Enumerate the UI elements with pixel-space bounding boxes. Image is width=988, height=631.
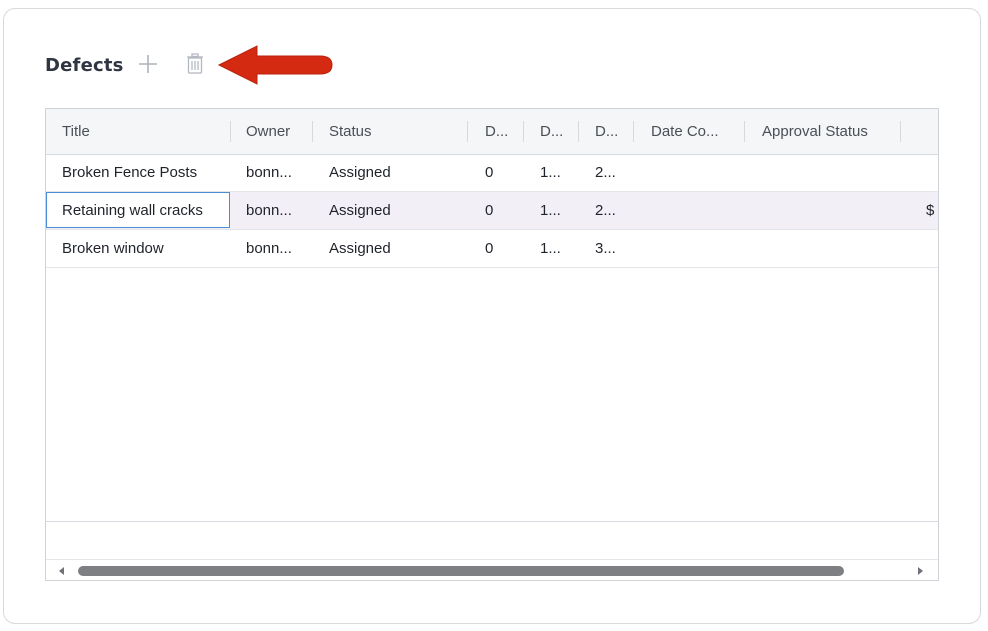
cell-date-completed[interactable] [651, 230, 741, 267]
cell-date-completed[interactable] [651, 154, 741, 191]
defects-table: Title Owner Status D... D... D... Date C… [45, 108, 939, 581]
column-header-date-completed[interactable]: Date Co... [651, 109, 741, 154]
add-defect-button[interactable] [137, 53, 159, 75]
cell-extra[interactable] [926, 154, 938, 191]
column-separator[interactable] [744, 121, 745, 142]
cell-approval-status[interactable] [762, 192, 892, 229]
cell-extra[interactable]: $ [926, 192, 938, 229]
cell-owner[interactable]: bonn... [246, 192, 306, 229]
annotation-arrow-icon [217, 45, 333, 85]
panel-title: Defects [45, 54, 124, 76]
cell-extra[interactable] [926, 230, 938, 267]
cell-status[interactable]: Assigned [329, 154, 459, 191]
column-header-d3[interactable]: D... [595, 109, 625, 154]
cell-title[interactable]: Retaining wall cracks [62, 192, 227, 229]
panel-header: Defects [45, 50, 124, 80]
cell-d3[interactable]: 2... [595, 154, 625, 191]
column-header-d2[interactable]: D... [540, 109, 570, 154]
column-separator[interactable] [578, 121, 579, 142]
cell-d1[interactable]: 0 [485, 192, 515, 229]
table-row[interactable]: Broken Fence Posts bonn... Assigned 0 1.… [46, 154, 938, 192]
scrollbar-thumb[interactable] [78, 566, 844, 576]
cell-owner[interactable]: bonn... [246, 230, 306, 267]
column-header-owner[interactable]: Owner [246, 109, 306, 154]
table-row[interactable]: Broken window bonn... Assigned 0 1... 3.… [46, 230, 938, 268]
triangle-right-icon[interactable] [914, 565, 926, 577]
table-header: Title Owner Status D... D... D... Date C… [46, 109, 938, 155]
column-header-d1[interactable]: D... [485, 109, 515, 154]
cell-d2[interactable]: 1... [540, 192, 570, 229]
column-separator[interactable] [633, 121, 634, 142]
cell-title[interactable]: Broken window [62, 230, 227, 267]
cell-d1[interactable]: 0 [485, 154, 515, 191]
delete-defect-button[interactable] [184, 52, 206, 76]
column-separator[interactable] [900, 121, 901, 142]
cell-owner[interactable]: bonn... [246, 154, 306, 191]
cell-approval-status[interactable] [762, 230, 892, 267]
column-separator[interactable] [467, 121, 468, 142]
cell-date-completed[interactable] [651, 192, 741, 229]
cell-approval-status[interactable] [762, 154, 892, 191]
cell-title[interactable]: Broken Fence Posts [62, 154, 227, 191]
plus-icon [139, 55, 157, 73]
cell-d3[interactable]: 3... [595, 230, 625, 267]
cell-d3[interactable]: 2... [595, 192, 625, 229]
column-separator[interactable] [523, 121, 524, 142]
column-separator[interactable] [312, 121, 313, 142]
column-header-status[interactable]: Status [329, 109, 459, 154]
cell-status[interactable]: Assigned [329, 192, 459, 229]
horizontal-scrollbar[interactable] [46, 560, 938, 580]
cell-d1[interactable]: 0 [485, 230, 515, 267]
table-footer-divider [46, 521, 938, 522]
column-separator[interactable] [230, 121, 231, 142]
column-header-title[interactable]: Title [62, 109, 222, 154]
cell-d2[interactable]: 1... [540, 154, 570, 191]
trash-icon [187, 53, 203, 74]
cell-d2[interactable]: 1... [540, 230, 570, 267]
column-header-approval-status[interactable]: Approval Status [762, 109, 892, 154]
cell-status[interactable]: Assigned [329, 230, 459, 267]
triangle-left-icon[interactable] [56, 565, 68, 577]
table-row-selected[interactable]: Retaining wall cracks bonn... Assigned 0… [46, 192, 938, 230]
